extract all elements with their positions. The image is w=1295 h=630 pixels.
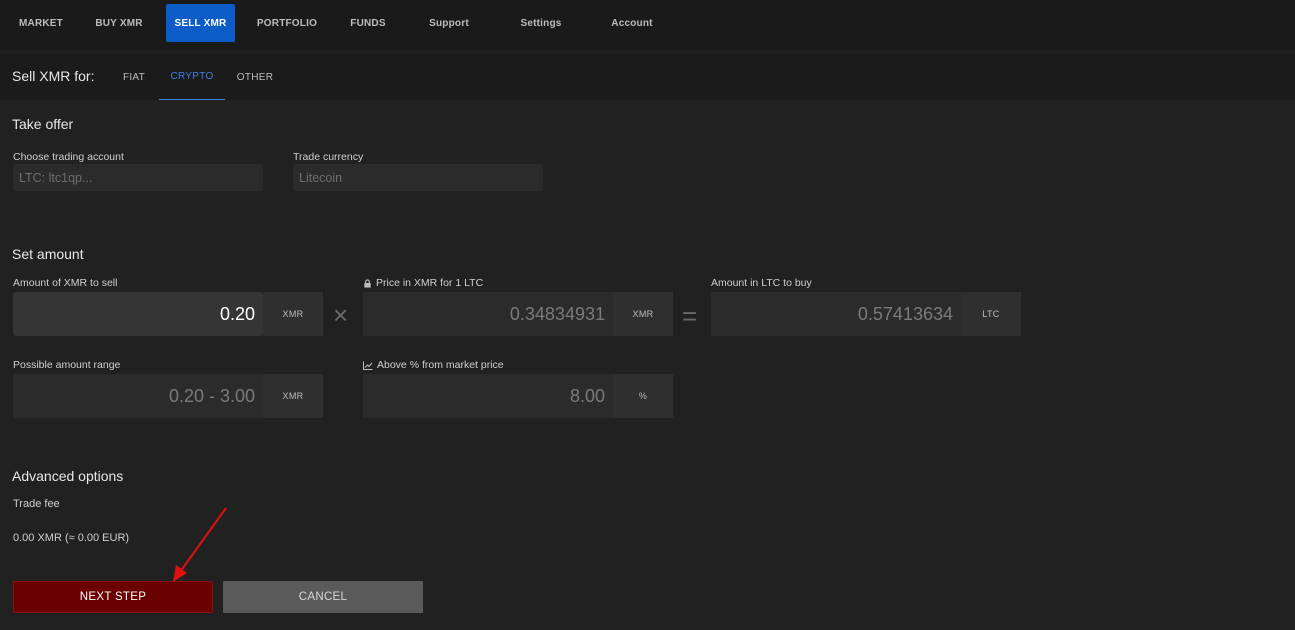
nav-portfolio[interactable]: PORTFOLIO xyxy=(250,4,324,42)
trading-account-field[interactable]: LTC: ltc1qp... xyxy=(13,164,263,191)
trade-currency-label: Trade currency xyxy=(293,151,364,163)
equals-sign: = xyxy=(682,301,698,331)
result-field: 0.57413634 xyxy=(711,292,961,336)
multiply-sign: × xyxy=(333,300,349,330)
trade-currency-field[interactable]: Litecoin xyxy=(293,164,543,191)
chart-line-icon xyxy=(363,361,373,370)
price-field[interactable]: 0.34834931 xyxy=(363,292,613,336)
result-unit: LTC xyxy=(961,292,1021,336)
result-label: Amount in LTC to buy xyxy=(711,277,812,289)
top-navigation: MARKET BUY XMR SELL XMR PORTFOLIO FUNDS … xyxy=(0,0,1295,50)
advanced-options-title: Advanced options xyxy=(12,468,124,484)
sell-title: Sell XMR for: xyxy=(12,68,95,84)
above-market-field[interactable]: 8.00 xyxy=(363,374,613,418)
trade-fee-label: Trade fee xyxy=(13,498,60,510)
range-unit: XMR xyxy=(263,374,323,418)
next-step-button[interactable]: NEXT STEP xyxy=(13,581,213,613)
nav-market[interactable]: MARKET xyxy=(10,4,72,42)
amount-input[interactable]: 0.20 xyxy=(13,292,263,336)
nav-buy-xmr[interactable]: BUY XMR xyxy=(86,4,152,42)
nav-support[interactable]: Support xyxy=(418,4,480,42)
trading-account-label: Choose trading account xyxy=(13,151,124,163)
set-amount-title: Set amount xyxy=(12,246,84,262)
tab-other[interactable]: OTHER xyxy=(226,54,284,100)
sell-subheader: Sell XMR for: FIAT CRYPTO OTHER xyxy=(0,54,1295,100)
price-label: Price in XMR for 1 LTC xyxy=(363,277,483,289)
range-label: Possible amount range xyxy=(13,359,121,371)
nav-settings[interactable]: Settings xyxy=(508,4,574,42)
lock-icon xyxy=(364,279,371,288)
tab-fiat[interactable]: FIAT xyxy=(110,54,158,100)
price-label-text: Price in XMR for 1 LTC xyxy=(376,277,484,289)
price-unit: XMR xyxy=(613,292,673,336)
nav-sell-xmr[interactable]: SELL XMR xyxy=(166,4,235,42)
range-field: 0.20 - 3.00 xyxy=(13,374,263,418)
tab-crypto[interactable]: CRYPTO xyxy=(159,54,225,100)
trade-fee-value: 0.00 XMR (≈ 0.00 EUR) xyxy=(13,532,130,544)
amount-label: Amount of XMR to sell xyxy=(13,277,118,289)
above-market-label-text: Above % from market price xyxy=(377,359,504,371)
nav-account[interactable]: Account xyxy=(600,4,664,42)
above-market-unit: % xyxy=(613,374,673,418)
cancel-button[interactable]: CANCEL xyxy=(223,581,423,613)
amount-unit: XMR xyxy=(263,292,323,336)
nav-funds[interactable]: FUNDS xyxy=(340,4,396,42)
above-market-label: Above % from market price xyxy=(363,359,504,371)
take-offer-title: Take offer xyxy=(12,116,74,132)
